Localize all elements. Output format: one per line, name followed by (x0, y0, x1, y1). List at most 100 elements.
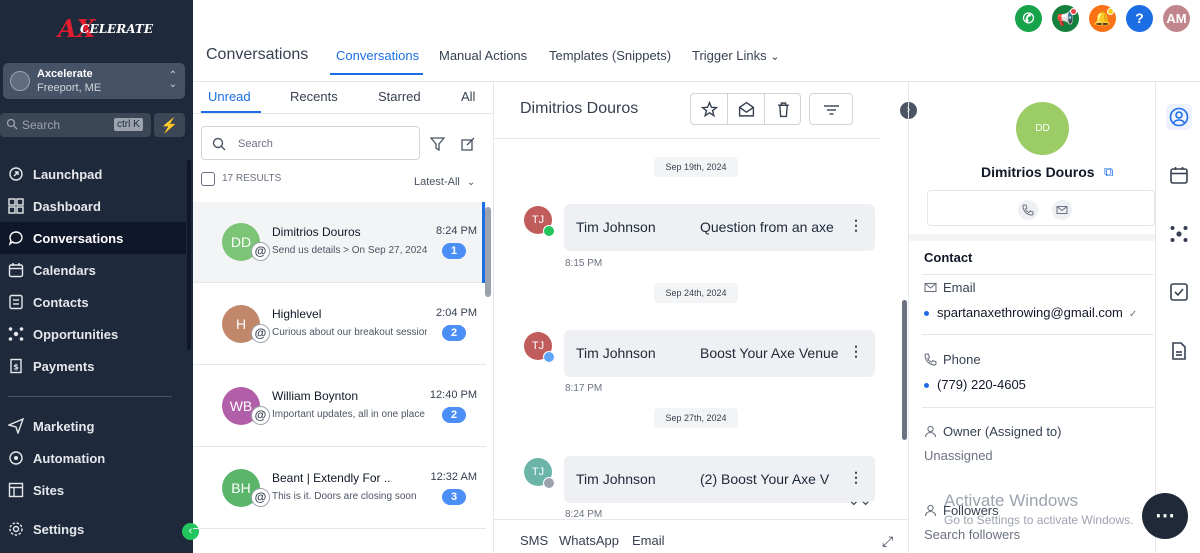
conversation-preview: Important updates, all in one place (272, 409, 425, 420)
notification-dot (1107, 8, 1114, 15)
user-icon (924, 425, 937, 438)
channel-bar: SMS WhatsApp Email ⤢ (494, 519, 908, 553)
opportunities-icon (1170, 226, 1188, 242)
message-bubble[interactable]: Tim Johnson (2) Boost Your Axe V ⋮ (564, 456, 875, 503)
compose-icon[interactable] (461, 137, 475, 151)
sidebar-item-settings[interactable]: Settings (0, 513, 186, 545)
gear-icon (9, 522, 23, 536)
list-scrollbar[interactable] (485, 207, 491, 297)
conversation-item[interactable]: H @ Highlevel Curious about our breakout… (193, 284, 486, 365)
conversation-name: William Boynton (272, 389, 359, 403)
more-options-icon[interactable]: ⋮ (849, 469, 863, 486)
contact-details-pane: DD Dimitrios Douros ⧉ Contact Email spar… (908, 82, 1156, 553)
sidebar-item-conversations[interactable]: Conversations (0, 222, 186, 254)
phone-icon[interactable]: ✆ (1015, 5, 1042, 32)
sidebar-item-automation[interactable]: Automation (0, 442, 186, 474)
filter-tab-unread[interactable]: Unread (208, 89, 251, 104)
bell-icon[interactable]: 🔔 (1089, 5, 1116, 32)
star-button[interactable] (691, 94, 728, 125)
rail-opportunities-button[interactable] (1166, 221, 1192, 247)
phone-icon (924, 353, 937, 366)
rail-notes-button[interactable] (1166, 338, 1192, 364)
message-bubble[interactable]: Tim Johnson Boost Your Axe Venue ⋮ (564, 330, 875, 377)
tab-trigger-links[interactable]: Trigger Links ⌄ (692, 48, 780, 63)
tab-templates[interactable]: Templates (Snippets) (549, 48, 671, 63)
conversation-item[interactable]: DD @ Dimitrios Douros Send us details > … (193, 202, 486, 283)
rail-contact-button[interactable] (1166, 104, 1192, 130)
conversation-time: 2:04 PM (436, 307, 477, 319)
sidebar-item-opportunities[interactable]: Opportunities (0, 318, 186, 350)
external-link-icon[interactable]: ⧉ (1104, 164, 1113, 180)
sidebar-item-calendars[interactable]: Calendars (0, 254, 186, 286)
owner-select[interactable]: Unassigned (924, 448, 993, 463)
brand-logo[interactable]: AX CELERATE (58, 12, 153, 46)
email-value[interactable]: spartanaxethrowing@gmail.com ✓ (924, 305, 1137, 320)
tab-conversations[interactable]: Conversations (336, 48, 419, 63)
avatar[interactable]: AM (1163, 5, 1190, 32)
sender-initials: TJ (531, 214, 545, 226)
top-bar: Conversations Conversations Manual Actio… (193, 0, 1200, 82)
expand-icon[interactable]: ⤢ (882, 533, 893, 550)
search-input[interactable]: Search ctrl K (0, 113, 151, 137)
contacts-icon (9, 294, 23, 310)
chat-scrollbar[interactable] (902, 300, 907, 440)
help-icon[interactable]: ? (1126, 5, 1153, 32)
channel-email[interactable]: Email (632, 533, 665, 548)
rail-tasks-button[interactable] (1166, 279, 1192, 305)
location-name: Axcelerate (37, 68, 93, 80)
megaphone-icon[interactable]: 📢 (1052, 5, 1079, 32)
trash-icon (778, 102, 789, 118)
location-city: Freeport, ME (37, 82, 102, 94)
conversation-search-input[interactable]: Search (201, 126, 420, 160)
filter-tab-all[interactable]: All (461, 89, 475, 104)
filter-tab-recents[interactable]: Recents (290, 89, 338, 104)
payments-icon: $ (10, 358, 22, 374)
support-chat-button[interactable]: ⋯ (1142, 493, 1188, 539)
unread-count: 3 (442, 489, 466, 505)
phone-value[interactable]: (779) 220-4605 (924, 377, 1026, 392)
location-switcher[interactable]: Axcelerate Freeport, ME ⌃ ⌄ (3, 63, 185, 99)
opportunities-icon (8, 327, 24, 341)
scroll-down-icon[interactable]: ⌄⌄ (848, 492, 871, 509)
more-options-icon[interactable]: ⋮ (849, 217, 863, 234)
user-circle-icon (1169, 107, 1189, 127)
message-bubble[interactable]: Tim Johnson Question from an axe ⋮ (564, 204, 875, 251)
sidebar-item-payments[interactable]: $ Payments (0, 350, 186, 382)
search-icon (212, 137, 226, 151)
sidebar-item-sites[interactable]: Sites (0, 474, 186, 506)
filter-icon[interactable] (430, 137, 445, 151)
dashboard-icon (8, 198, 24, 214)
quick-action-bolt-icon[interactable]: ⚡ (154, 113, 185, 137)
message-time: 8:17 PM (565, 383, 603, 394)
unread-count: 2 (442, 325, 466, 341)
sidebar-item-dashboard[interactable]: Dashboard (0, 190, 186, 222)
conversation-item[interactable]: BH @ Beant | Extendly For .. This is it.… (193, 448, 486, 529)
sidebar-item-launchpad[interactable]: Launchpad (0, 158, 186, 190)
filter-button[interactable] (809, 93, 853, 125)
rail-calendar-button[interactable] (1166, 162, 1192, 188)
sidebar-item-label: Calendars (33, 263, 96, 278)
tab-manual-actions[interactable]: Manual Actions (439, 48, 527, 63)
delete-button[interactable] (765, 94, 802, 125)
check-icon: ✓ (1128, 309, 1138, 320)
email-button[interactable] (1052, 200, 1072, 220)
select-all-checkbox[interactable] (201, 172, 215, 186)
channel-whatsapp[interactable]: WhatsApp (559, 533, 619, 548)
sidebar-item-marketing[interactable]: Marketing (0, 410, 186, 442)
conversation-time: 12:32 AM (430, 471, 477, 483)
filter-tab-starred[interactable]: Starred (378, 89, 421, 104)
sort-dropdown[interactable]: Latest-All ⌄ (414, 176, 475, 188)
email-channel-icon: @ (251, 488, 270, 507)
conversation-item[interactable]: WB @ William Boynton Important updates, … (193, 366, 486, 447)
channel-sms[interactable]: SMS (520, 533, 548, 548)
message-sender: Tim Johnson (576, 471, 656, 487)
followers-search-input[interactable]: Search followers (924, 527, 1020, 542)
conversation-time: 8:24 PM (436, 225, 477, 237)
call-button[interactable] (1018, 200, 1038, 220)
more-options-icon[interactable]: ⋮ (849, 343, 863, 360)
sidebar-scrollbar[interactable] (187, 160, 191, 350)
contact-name: Dimitrios Douros (981, 164, 1095, 180)
sidebar-item-contacts[interactable]: Contacts (0, 286, 186, 318)
star-icon (701, 101, 718, 118)
mark-read-button[interactable] (728, 94, 765, 125)
